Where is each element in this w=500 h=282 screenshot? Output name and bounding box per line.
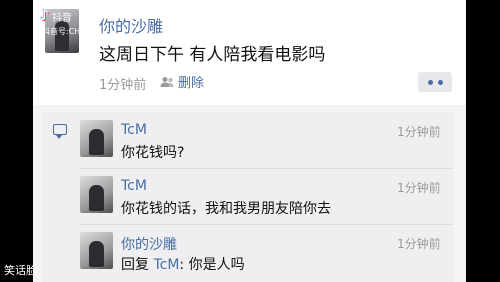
avatar[interactable] xyxy=(80,232,113,269)
more-dot xyxy=(427,79,433,85)
comment-text: 你花钱吗? xyxy=(121,145,185,161)
comment-author[interactable]: TcM xyxy=(121,178,147,194)
delete-button[interactable]: 删除 xyxy=(160,72,204,91)
people-icon xyxy=(160,76,174,87)
reply-prefix: 回复 xyxy=(121,257,149,273)
tiktok-brand: 抖音 xyxy=(51,12,72,24)
comment-time: 1分钟前 xyxy=(397,237,441,251)
comment-time: 1分钟前 xyxy=(397,181,441,195)
comment-author[interactable]: TcM xyxy=(121,122,147,138)
comment-time: 1分钟前 xyxy=(397,125,441,139)
moment-post: 你的沙雕 这周日下午 有人陪我看电影吗 1分钟前 删除 xyxy=(33,0,466,105)
screen: 你的沙雕 这周日下午 有人陪我看电影吗 1分钟前 删除 TcM 1分钟前 你花钱… xyxy=(33,0,466,282)
avatar[interactable] xyxy=(80,176,113,213)
post-author[interactable]: 你的沙雕 xyxy=(99,13,163,37)
comment-icon xyxy=(53,124,67,139)
divider xyxy=(80,224,453,225)
more-dot xyxy=(437,79,443,85)
reply-mention[interactable]: TcM xyxy=(153,257,179,273)
comment-author[interactable]: 你的沙雕 xyxy=(121,234,177,254)
avatar[interactable] xyxy=(80,120,113,157)
post-text: 这周日下午 有人陪我看电影吗 xyxy=(99,45,326,65)
comment-text: 回复 TcM: 你是人吗 xyxy=(121,254,245,274)
comments-panel: TcM 1分钟前 你花钱吗? TcM 1分钟前 你花钱的话，我和我男朋友陪你去 … xyxy=(43,112,453,282)
comment-text: 你花钱的话，我和我男朋友陪你去 xyxy=(121,201,331,217)
watermark: 笑话脸 xyxy=(4,264,37,277)
reply-body: : 你是人吗 xyxy=(179,257,245,273)
more-button[interactable] xyxy=(418,72,452,92)
delete-label[interactable]: 删除 xyxy=(178,72,204,91)
music-note-icon: ♪ xyxy=(40,8,49,24)
tiktok-id: 抖音号:CHN... xyxy=(42,27,94,36)
tiktok-logo: ♪ 抖音 xyxy=(40,8,72,24)
post-time: 1分钟前 xyxy=(99,78,147,93)
divider xyxy=(80,168,453,169)
